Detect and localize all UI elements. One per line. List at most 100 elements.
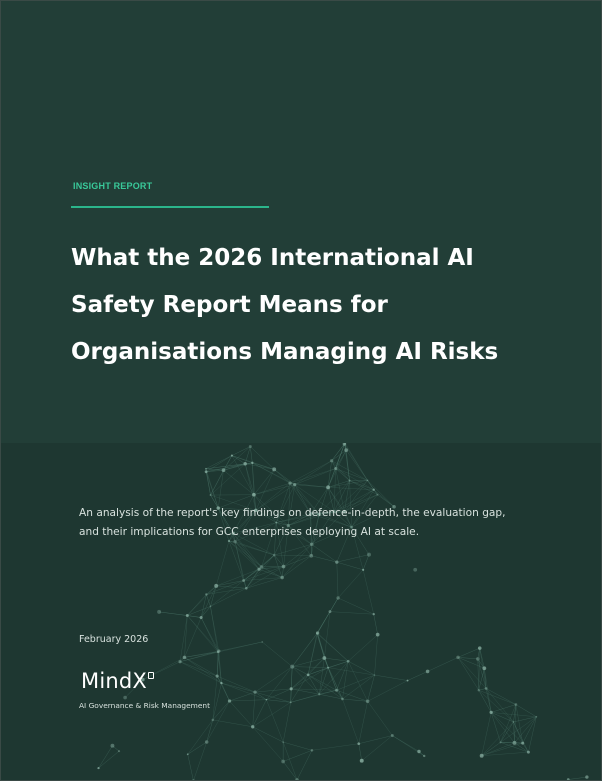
network-node [209,494,212,497]
network-node [242,579,246,582]
network-line [283,750,313,762]
network-line [296,750,313,780]
network-line [478,648,480,691]
network-node [566,778,570,780]
network-line [342,674,375,700]
network-node [406,679,409,682]
network-line [206,463,246,473]
network-line [282,741,298,780]
network-node [326,485,331,490]
network-node [253,690,257,694]
network-line [373,614,378,635]
network-node [290,664,295,669]
network-line [159,611,188,616]
network-line [221,682,256,693]
network-line [212,719,253,728]
network-line [481,742,501,756]
network-node [216,651,220,654]
network-node [306,673,310,677]
network-node [585,775,589,779]
network-node [272,467,277,472]
network-node [97,766,100,770]
network-node [512,740,517,745]
network-node [362,568,365,571]
network-line [319,658,325,695]
network-node [499,741,502,744]
network-line [329,611,374,615]
logo-square-icon [147,672,154,679]
network-node [318,693,321,696]
network-line [252,692,256,727]
report-title: What the 2026 International AI Safety Re… [71,235,571,376]
network-line [528,716,537,753]
network-line [282,761,298,780]
network-line [491,712,537,718]
report-type-label: INSIGHT REPORT [73,181,153,191]
network-line [217,675,256,693]
network-line [407,671,428,681]
network-line [246,554,275,589]
network-node [346,659,350,663]
mindx-logo: MindX [81,669,154,699]
network-node [372,488,375,491]
network-node [243,461,247,466]
network-node [204,470,208,474]
network-node [526,750,530,754]
network-node [477,646,482,650]
network-line [179,661,218,677]
network-node [272,553,276,557]
network-line [374,634,378,676]
network-line [347,634,378,662]
network-line [367,701,393,736]
network-node [110,743,115,748]
network-node [375,632,380,637]
network-line [335,468,368,481]
network-node [186,753,189,756]
network-line [336,562,339,598]
network-node [293,483,297,487]
cover-top-panel [1,1,601,443]
network-line [335,468,374,490]
network-line [346,449,368,481]
network-node [205,467,207,470]
network-line [358,743,362,761]
network-line [367,674,375,702]
network-node [535,715,538,718]
network-line [252,726,284,743]
network-node [327,666,330,669]
network-line [311,555,337,563]
network-node [475,657,480,661]
network-node [289,687,293,691]
network-node [214,583,219,588]
network-line [206,700,230,743]
network-line [337,569,364,599]
network-node [230,454,233,457]
network-line [253,482,291,495]
network-line [212,700,230,721]
network-node [252,492,256,497]
network-line [358,701,368,744]
network-node [425,669,430,674]
network-line [206,719,214,743]
network-line [324,657,349,662]
network-line [427,657,459,672]
accent-divider [71,206,269,208]
network-node [309,542,314,547]
network-node [211,718,215,722]
network-line [266,699,291,703]
network-node [244,586,248,590]
network-line [274,554,312,556]
network-node [514,703,518,706]
network-line [229,691,256,702]
network-node [178,660,182,664]
network-node [489,710,493,715]
network-line [98,745,113,769]
network-line [336,554,370,563]
network-line [485,688,492,713]
network-line [184,657,222,684]
publication-date: February 2026 [79,634,149,645]
network-node [199,615,203,620]
network-node [335,688,339,692]
network-line [342,698,360,744]
network-line [283,555,312,567]
